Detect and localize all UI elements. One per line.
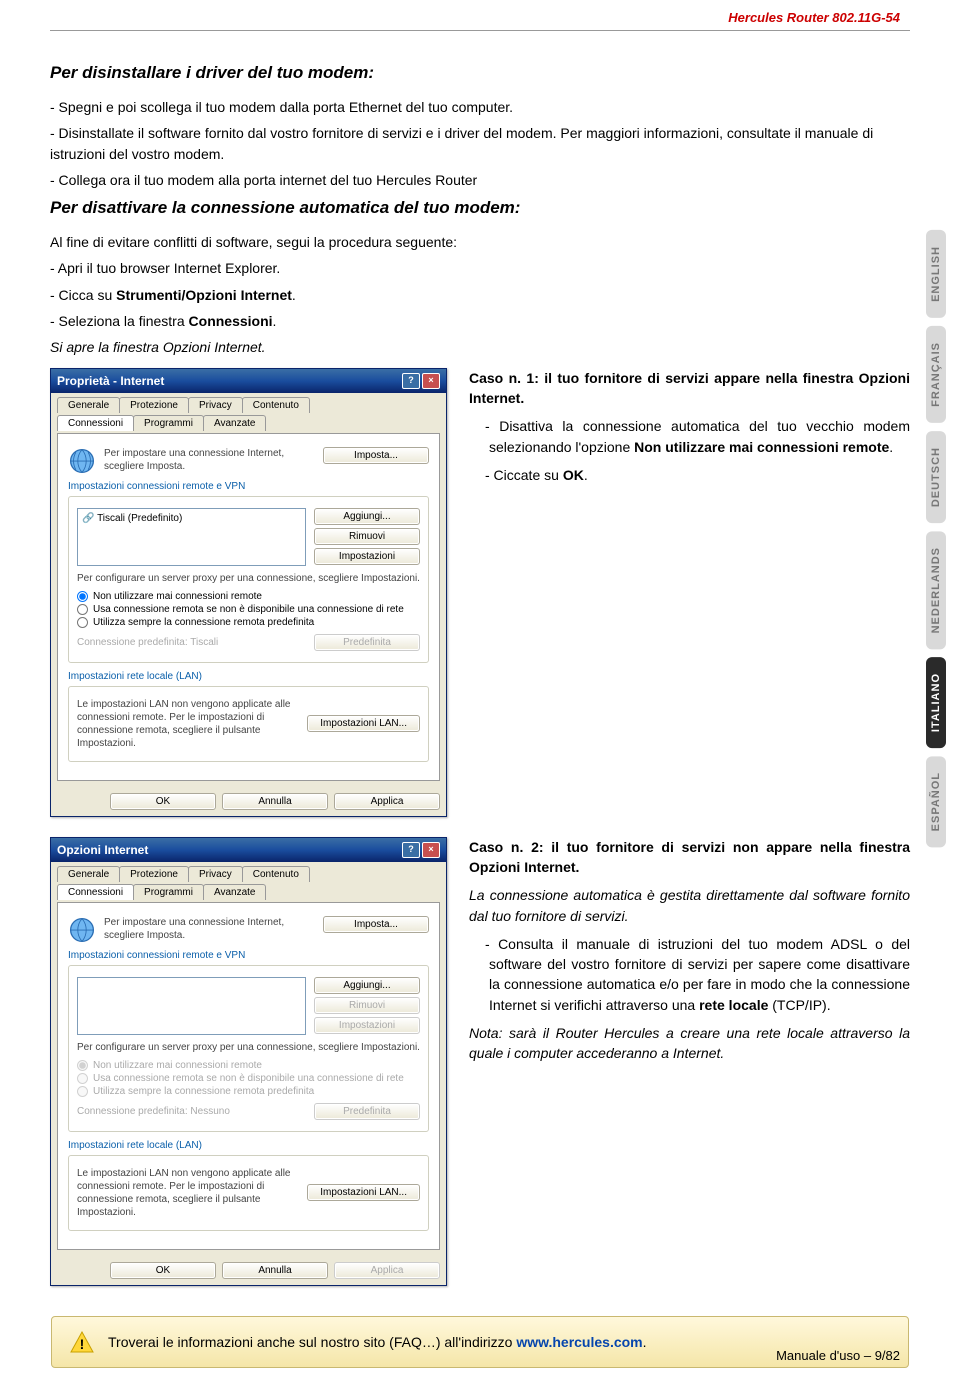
header-product: Hercules Router 802.11G-54 [728, 10, 900, 25]
annulla-button-2[interactable]: Annulla [222, 1262, 328, 1279]
close-icon[interactable]: × [422, 373, 440, 389]
tab-protezione-2[interactable]: Protezione [119, 866, 189, 882]
lan-text: Le impostazioni LAN non vengono applicat… [77, 698, 299, 750]
dialog-titlebar-1: Proprietà - Internet ? × [51, 369, 446, 393]
lan-settings-button[interactable]: Impostazioni LAN... [307, 715, 420, 732]
heading-uninstall: Per disinstallare i driver del tuo modem… [50, 63, 910, 83]
predefinita-button-2: Predefinita [314, 1103, 420, 1120]
tab-programmi-2[interactable]: Programmi [133, 884, 204, 900]
tab-protezione[interactable]: Protezione [119, 397, 189, 413]
tab-privacy[interactable]: Privacy [188, 397, 243, 413]
proxy-text-2: Per configurare un server proxy per una … [77, 1041, 420, 1054]
tab-contenuto[interactable]: Contenuto [242, 397, 310, 413]
setup-text: Per impostare una connessione Internet, … [104, 447, 315, 473]
help-icon[interactable]: ? [402, 842, 420, 858]
body-text-2: Al fine di evitare conflitti di software… [50, 232, 910, 357]
lang-deutsch[interactable]: DEUTSCH [926, 431, 946, 523]
proxy-text: Per configurare un server proxy per una … [77, 572, 420, 585]
hercules-link[interactable]: www.hercules.com [516, 1334, 642, 1350]
tab-generale-2[interactable]: Generale [57, 866, 120, 882]
aggiungi-button-2[interactable]: Aggiungi... [314, 977, 420, 994]
tab-contenuto-2[interactable]: Contenuto [242, 866, 310, 882]
radio-if-no-network[interactable]: Usa connessione remota se non è disponib… [77, 604, 420, 615]
heading-disable: Per disattivare la connessione automatic… [50, 198, 910, 218]
ok-button-2[interactable]: OK [110, 1262, 216, 1279]
radio-never-2: Non utilizzare mai connessioni remote [77, 1060, 420, 1071]
close-icon[interactable]: × [422, 842, 440, 858]
radio-always[interactable]: Utilizza sempre la connessione remota pr… [77, 617, 420, 628]
lan-settings-button-2[interactable]: Impostazioni LAN... [307, 1184, 420, 1201]
section-remote: Impostazioni connessioni remote e VPN [68, 481, 429, 492]
lan-text-2: Le impostazioni LAN non vengono applicat… [77, 1167, 299, 1219]
case-1-text: Caso n. 1: il tuo fornitore di servizi a… [469, 368, 910, 817]
predefinita-button: Predefinita [314, 634, 420, 651]
globe-icon [68, 447, 96, 475]
setup-text-2: Per impostare una connessione Internet, … [104, 916, 315, 942]
lang-english[interactable]: ENGLISH [926, 230, 946, 318]
tab-generale[interactable]: Generale [57, 397, 120, 413]
section-lan-2: Impostazioni rete locale (LAN) [68, 1140, 429, 1151]
tab-avanzate[interactable]: Avanzate [203, 415, 267, 431]
tab-avanzate-2[interactable]: Avanzate [203, 884, 267, 900]
section-lan: Impostazioni rete locale (LAN) [68, 671, 429, 682]
radio-always-2: Utilizza sempre la connessione remota pr… [77, 1086, 420, 1097]
connections-listbox-2[interactable] [77, 977, 306, 1035]
lang-francais[interactable]: FRANÇAIS [926, 326, 946, 423]
imposta-button-2[interactable]: Imposta... [323, 916, 429, 933]
dialog-internet-properties: Proprietà - Internet ? × Generale Protez… [50, 368, 447, 817]
body-text-1: - Spegni e poi scollega il tuo modem dal… [50, 97, 910, 190]
svg-text:!: ! [80, 1336, 85, 1352]
imposta-button[interactable]: Imposta... [323, 447, 429, 464]
lang-italiano[interactable]: ITALIANO [926, 657, 946, 748]
language-sidebar: ENGLISH FRANÇAIS DEUTSCH NEDERLANDS ITAL… [926, 230, 946, 848]
radio-never[interactable]: Non utilizzare mai connessioni remote [77, 591, 420, 602]
page-footer: Manuale d'uso – 9/82 [776, 1348, 900, 1363]
lang-espanol[interactable]: ESPAÑOL [926, 756, 946, 847]
tab-programmi[interactable]: Programmi [133, 415, 204, 431]
tab-connessioni-2[interactable]: Connessioni [57, 884, 134, 900]
case-2-text: Caso n. 2: il tuo fornitore di servizi n… [469, 837, 910, 1286]
tab-privacy-2[interactable]: Privacy [188, 866, 243, 882]
help-icon[interactable]: ? [402, 373, 420, 389]
globe-icon [68, 916, 96, 944]
impostazioni-button[interactable]: Impostazioni [314, 548, 420, 565]
rimuovi-button[interactable]: Rimuovi [314, 528, 420, 545]
aggiungi-button[interactable]: Aggiungi... [314, 508, 420, 525]
annulla-button[interactable]: Annulla [222, 793, 328, 810]
connections-listbox[interactable]: 🔗 Tiscali (Predefinito) [77, 508, 306, 566]
dialog-titlebar-2: Opzioni Internet ? × [51, 838, 446, 862]
impostazioni-button-2: Impostazioni [314, 1017, 420, 1034]
rimuovi-button-2: Rimuovi [314, 997, 420, 1014]
section-remote-2: Impostazioni connessioni remote e VPN [68, 950, 429, 961]
applica-button[interactable]: Applica [334, 793, 440, 810]
tab-connessioni[interactable]: Connessioni [57, 415, 134, 431]
dialog-internet-options: Opzioni Internet ? × Generale Protezione… [50, 837, 447, 1286]
radio-if-no-network-2: Usa connessione remota se non è disponib… [77, 1073, 420, 1084]
ok-button[interactable]: OK [110, 793, 216, 810]
applica-button-2: Applica [334, 1262, 440, 1279]
lang-nederlands[interactable]: NEDERLANDS [926, 531, 946, 649]
warning-icon: ! [70, 1331, 94, 1353]
